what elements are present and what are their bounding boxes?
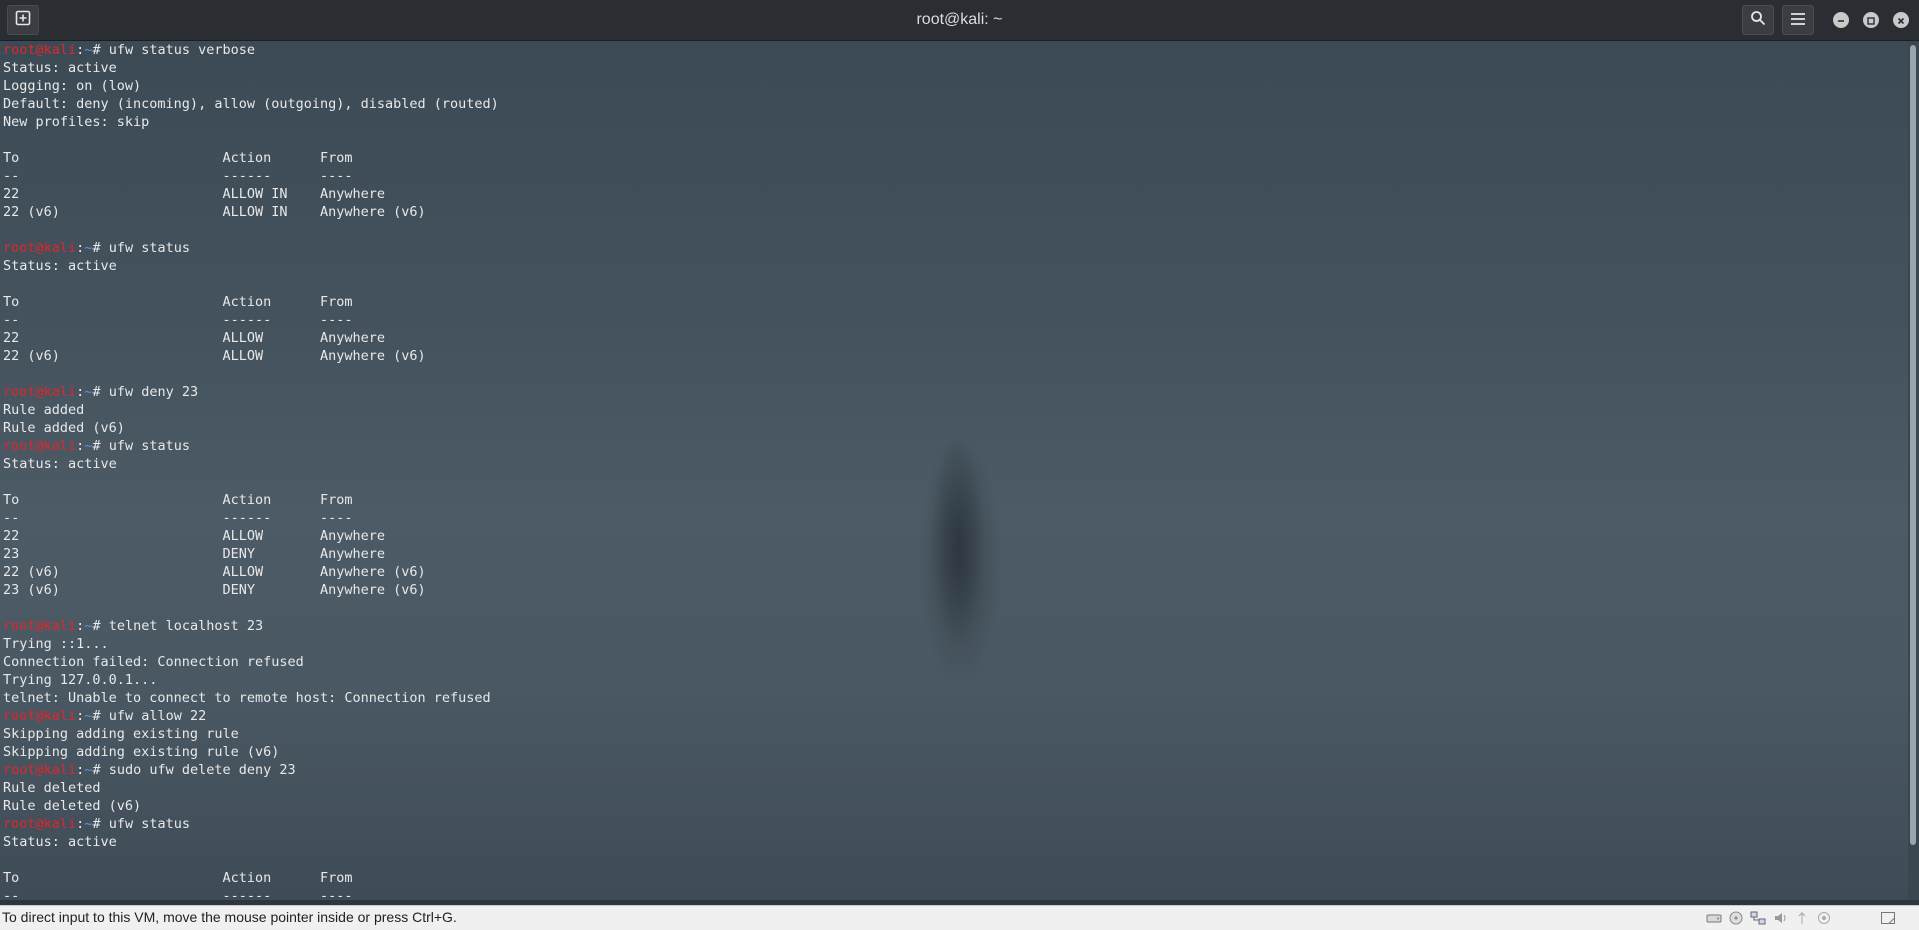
terminal-output[interactable]: root@kali:~# ufw status verbose Status: a… [0,41,1908,900]
prompt-user: root@kali [3,438,77,454]
output-line: Default: deny (incoming), allow (outgoin… [3,96,499,112]
output-line: Status: active [3,60,117,76]
output-line: Trying ::1... [3,636,109,652]
command-text: # sudo ufw delete deny 23 [92,762,296,778]
close-button[interactable] [1893,12,1909,28]
title-bar: root@kali: ~ [0,0,1919,41]
prompt-user: root@kali [3,240,77,256]
command-text: # telnet localhost 23 [92,618,264,634]
command-line: root@kali:~# ufw allow 22 [3,707,499,725]
vm-status-message: To direct input to this VM, move the mou… [2,909,457,925]
command-line: root@kali:~# ufw status [3,239,499,257]
command-line: root@kali:~# ufw status [3,815,499,833]
output-line: Skipping adding existing rule [3,726,239,742]
output-line: To Action From [3,294,353,310]
command-line: root@kali:~# sudo ufw delete deny 23 [3,761,499,779]
wallpaper-figure [918,401,998,701]
prompt-user: root@kali [3,708,77,724]
command-text: # ufw status [92,240,190,256]
output-line: 23 DENY Anywhere [3,546,386,562]
prompt-user: root@kali [3,816,77,832]
prompt-user: root@kali [3,762,77,778]
window-title: root@kali: ~ [916,11,1003,28]
output-line: 22 ALLOW IN Anywhere [3,186,386,202]
output-line: -- ------ ---- [3,888,353,900]
output-line: -- ------ ---- [3,312,353,328]
search-button[interactable] [1742,5,1774,35]
output-line: 22 ALLOW Anywhere [3,528,386,544]
command-line: root@kali:~# telnet localhost 23 [3,617,499,635]
command-text: # ufw status verbose [92,42,255,58]
command-line: root@kali:~# ufw status verbose [3,41,499,59]
output-line: To Action From [3,870,353,886]
output-line: Trying 127.0.0.1... [3,672,158,688]
command-text: # ufw deny 23 [92,384,199,400]
minimize-button[interactable] [1833,12,1849,28]
search-icon [1750,10,1766,30]
command-line: root@kali:~# ufw deny 23 [3,383,499,401]
output-line: -- ------ ---- [3,168,353,184]
command-text: # ufw status [92,816,190,832]
output-line: Status: active [3,834,117,850]
message-icon[interactable] [1880,911,1896,925]
command-line: root@kali:~# ufw status [3,437,499,455]
terminal-scrollbar[interactable] [1908,41,1919,900]
output-line: 22 ALLOW Anywhere [3,330,386,346]
output-line: 23 (v6) DENY Anywhere (v6) [3,582,426,598]
prompt-user: root@kali [3,384,77,400]
command-text: # ufw status [92,438,190,454]
output-line: Rule deleted [3,780,101,796]
terminal-lines: root@kali:~# ufw status verbose Status: a… [3,41,499,900]
output-line: Connection failed: Connection refused [3,654,304,670]
output-line: -- ------ ---- [3,510,353,526]
output-line: Rule added [3,402,85,418]
output-line: New profiles: skip [3,114,150,130]
output-line: telnet: Unable to connect to remote host… [3,690,491,706]
output-line: To Action From [3,150,353,166]
hamburger-menu-icon [1790,11,1806,30]
menu-button[interactable] [1782,5,1814,35]
command-text: # ufw allow 22 [92,708,207,724]
prompt-user: root@kali [3,618,77,634]
prompt-user: root@kali [3,42,77,58]
output-line: Rule added (v6) [3,420,125,436]
output-line: To Action From [3,492,353,508]
output-line: 22 (v6) ALLOW Anywhere (v6) [3,348,426,364]
maximize-icon [1866,11,1876,30]
network-icon[interactable] [1750,911,1766,925]
vm-status-bar: To direct input to this VM, move the mou… [0,905,1919,930]
minimize-icon [1836,11,1846,30]
output-line: Skipping adding existing rule (v6) [3,744,280,760]
scrollbar-thumb[interactable] [1910,45,1916,845]
close-icon [1896,11,1906,30]
output-line: Status: active [3,456,117,472]
output-line: Status: active [3,258,117,274]
maximize-button[interactable] [1863,12,1879,28]
audio-icon[interactable] [1772,911,1788,925]
hard-disk-icon[interactable] [1706,911,1722,925]
cd-icon[interactable] [1728,911,1744,925]
shared-folder-icon[interactable] [1816,911,1832,925]
output-line: Logging: on (low) [3,78,142,94]
usb-icon[interactable] [1794,911,1810,925]
output-line: 22 (v6) ALLOW Anywhere (v6) [3,564,426,580]
output-line: 22 (v6) ALLOW IN Anywhere (v6) [3,204,426,220]
output-line: Rule deleted (v6) [3,798,142,814]
